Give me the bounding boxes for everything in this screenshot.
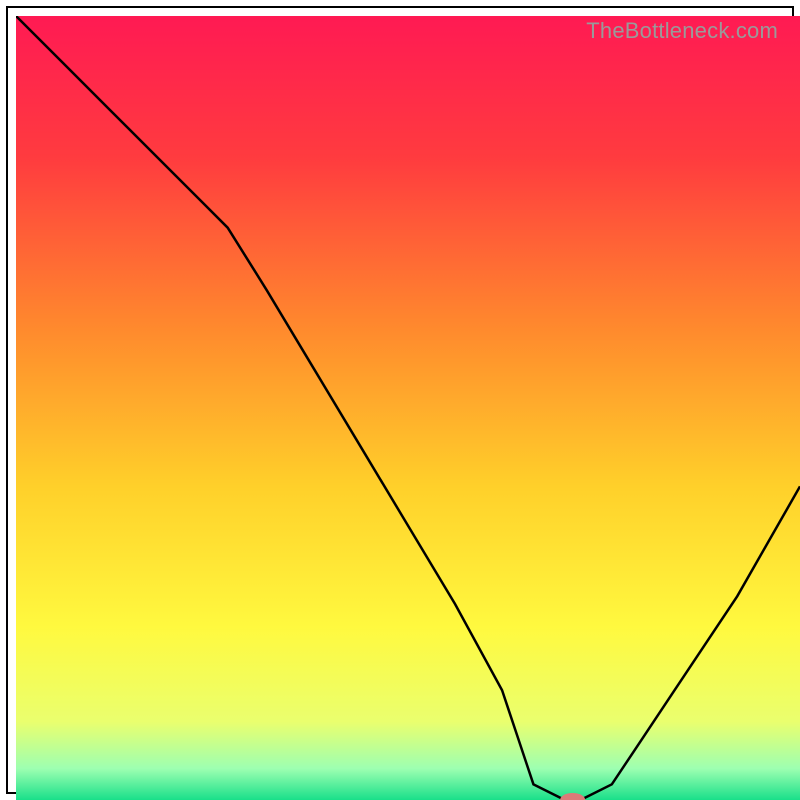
chart-frame: TheBottleneck.com: [6, 6, 794, 794]
watermark-text: TheBottleneck.com: [586, 18, 778, 44]
plot-area: [16, 16, 784, 784]
chart-svg: [16, 16, 800, 800]
